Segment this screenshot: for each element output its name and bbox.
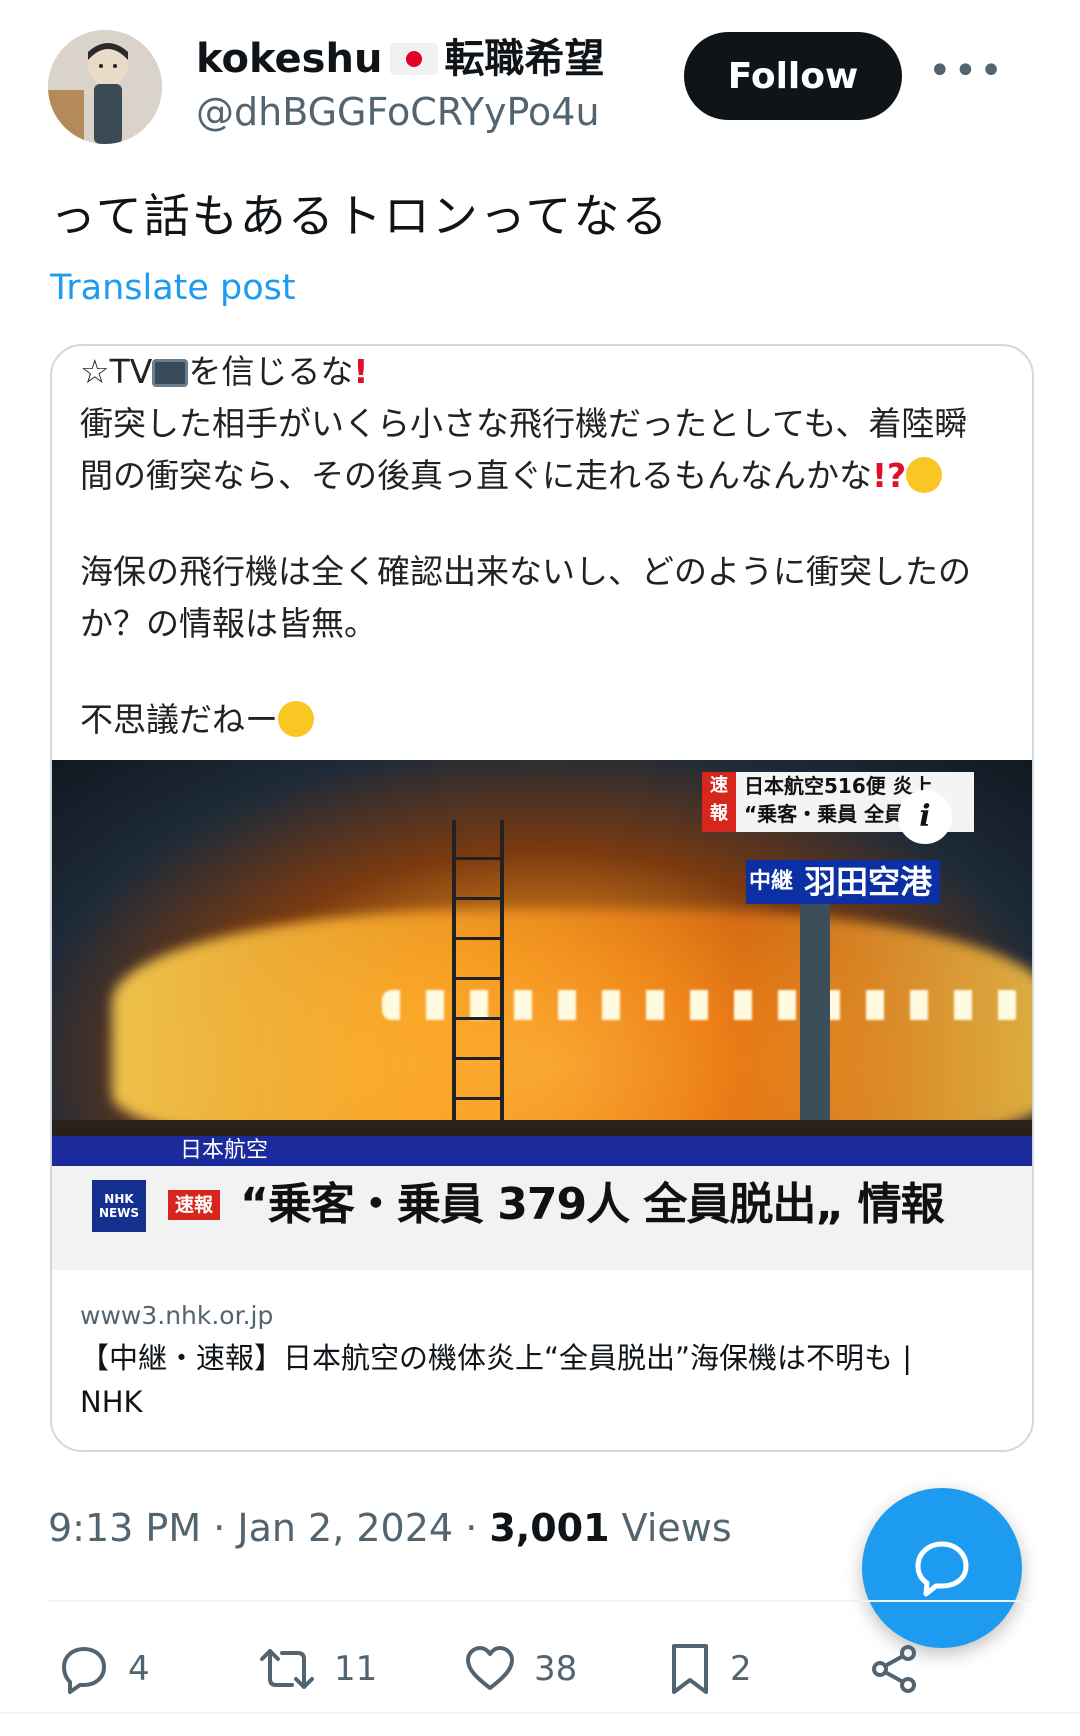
- bottom-divider: [0, 1712, 1080, 1714]
- post-text: って話もあるトロンってなる: [50, 189, 670, 243]
- nhk-news-logo: NHK NEWS: [92, 1180, 146, 1232]
- follow-button[interactable]: Follow: [684, 32, 902, 120]
- author-names: kokeshu 転職希望 @dhBGGFoCRYyPo4u: [196, 32, 604, 138]
- repost-icon: [260, 1649, 314, 1689]
- card-text-line: 間の衝突なら、その後真っ直ぐに走れるもんなんかな!?: [80, 450, 1010, 502]
- like-count: 38: [534, 1649, 578, 1689]
- fire-image-area: [112, 910, 1032, 1140]
- card-text-line: 海保の飛行機は全く確認出来ないし、どのように衝突したの: [80, 552, 971, 591]
- compose-reply-button[interactable]: [862, 1488, 1022, 1648]
- like-action[interactable]: 38: [464, 1634, 577, 1704]
- author-display-name[interactable]: kokeshu 転職希望: [196, 32, 604, 86]
- repost-count: 11: [334, 1649, 378, 1689]
- post-time[interactable]: 9:13 PM: [48, 1506, 201, 1550]
- avatar[interactable]: [48, 30, 162, 144]
- tv-emoji-icon: [152, 359, 189, 387]
- image-headline: “乗客・乗員 379人 全員脱出„ 情報: [240, 1179, 945, 1230]
- exclamation-emoji-icon: !: [353, 352, 369, 391]
- author-name-suffix: 転職希望: [444, 36, 605, 82]
- more-horizontal-icon[interactable]: •••: [928, 51, 1003, 91]
- card-text-line: 不思議だねー: [80, 694, 1010, 746]
- translate-post-link[interactable]: Translate post: [50, 266, 296, 310]
- reply-action[interactable]: 4: [58, 1634, 150, 1704]
- link-card[interactable]: ☆TV を信じるな! 衝突した相手がいくら小さな飛行機だったとしても、着陸瞬 間の…: [50, 344, 1034, 1452]
- meta-separator: ·: [213, 1506, 238, 1550]
- views-label: Views: [621, 1506, 732, 1550]
- bookmark-count: 2: [730, 1649, 752, 1689]
- kokeshi-doll-avatar-image: [48, 30, 162, 144]
- share-action[interactable]: [868, 1634, 938, 1704]
- post-header: kokeshu 転職希望 @dhBGGFoCRYyPo4u Follow •••: [48, 30, 1038, 150]
- japan-flag-icon: [390, 43, 439, 75]
- card-title: 【中継・速報】日本航空の機体炎上“全員脱出”海保機は不明も | NHK: [80, 1341, 913, 1419]
- headline-tag: 速報: [168, 1190, 220, 1220]
- card-text-line: 衝突した相手がいくら小さな飛行機だったとしても、着陸瞬: [80, 404, 968, 443]
- info-icon[interactable]: i: [898, 790, 952, 844]
- divider: [48, 1600, 1032, 1602]
- views-count: 3,001: [489, 1506, 610, 1550]
- live-caption: 中継 羽田空港: [746, 860, 941, 904]
- thinking-face-emoji-icon: [906, 457, 943, 493]
- live-place: 羽田空港: [796, 860, 941, 904]
- interrobang-emoji-icon: !?: [872, 456, 907, 495]
- reply-icon: [62, 1647, 106, 1694]
- bookmark-action[interactable]: 2: [668, 1634, 752, 1704]
- meta-separator: ·: [465, 1506, 490, 1550]
- reply-count: 4: [128, 1649, 150, 1689]
- chat-bubble-icon: [915, 1541, 969, 1597]
- card-quoted-text: ☆TV を信じるな! 衝突した相手がいくら小さな飛行機だったとしても、着陸瞬 間の…: [80, 346, 1010, 746]
- headline-bar: NHK NEWS 速報 “乗客・乗員 379人 全員脱出„ 情報: [52, 1166, 1032, 1270]
- share-icon: [872, 1645, 916, 1693]
- bookmark-icon: [672, 1644, 708, 1694]
- lattice-tower: [452, 820, 504, 1140]
- post-date[interactable]: Jan 2, 2024: [237, 1506, 453, 1550]
- author-name-text: kokeshu: [196, 36, 383, 82]
- card-text-line: ☆TV を信じるな!: [80, 352, 369, 391]
- news-image[interactable]: 速報 日本航空516便 炎上 “乗客・乗員 全員脱出 i 中継 羽田空港 日本航…: [52, 760, 1032, 1270]
- card-domain: www3.nhk.or.jp: [80, 1301, 274, 1330]
- card-text-line: か？の情報は皆無。: [80, 604, 377, 643]
- action-bar: 4 11 38 2: [48, 1634, 1038, 1714]
- breaking-tag: 速報: [702, 772, 736, 832]
- live-tag: 中継: [746, 860, 796, 904]
- image-bottom-bar: 日本航空: [52, 1136, 1032, 1166]
- repost-action[interactable]: 11: [258, 1634, 377, 1704]
- author-handle[interactable]: @dhBGGFoCRYyPo4u: [196, 86, 604, 138]
- post-meta: 9:13 PM · Jan 2, 2024 · 3,001 Views: [48, 1502, 732, 1554]
- heart-icon: [466, 1646, 514, 1690]
- grinning-sweat-emoji-icon: [278, 701, 314, 737]
